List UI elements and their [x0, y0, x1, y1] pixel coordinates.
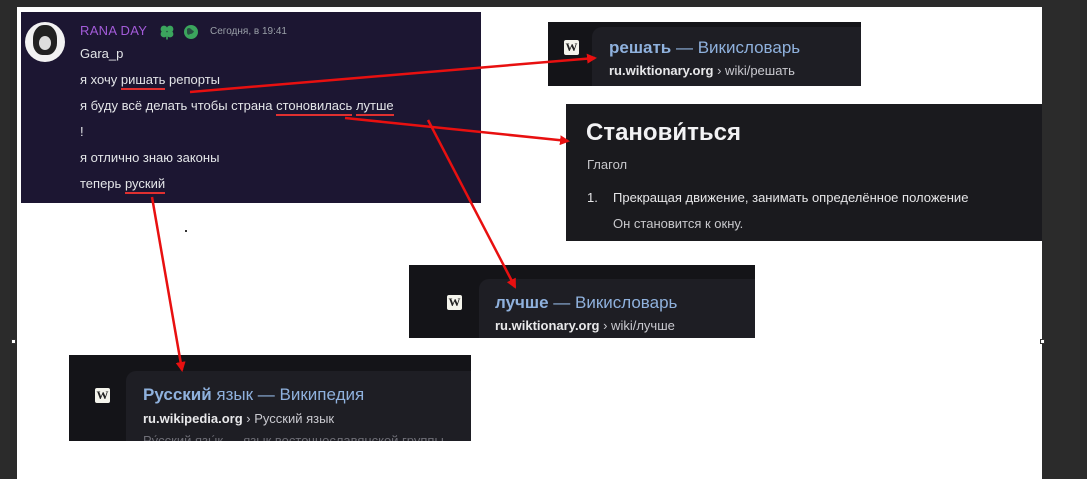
arrow-to-luchshe: [426, 119, 517, 289]
arrow-to-reshat: [189, 53, 597, 94]
annotation-arrows: [150, 53, 597, 372]
arrow-to-russkiy: [150, 196, 186, 372]
arrow-to-stanovitsya: [344, 116, 570, 146]
